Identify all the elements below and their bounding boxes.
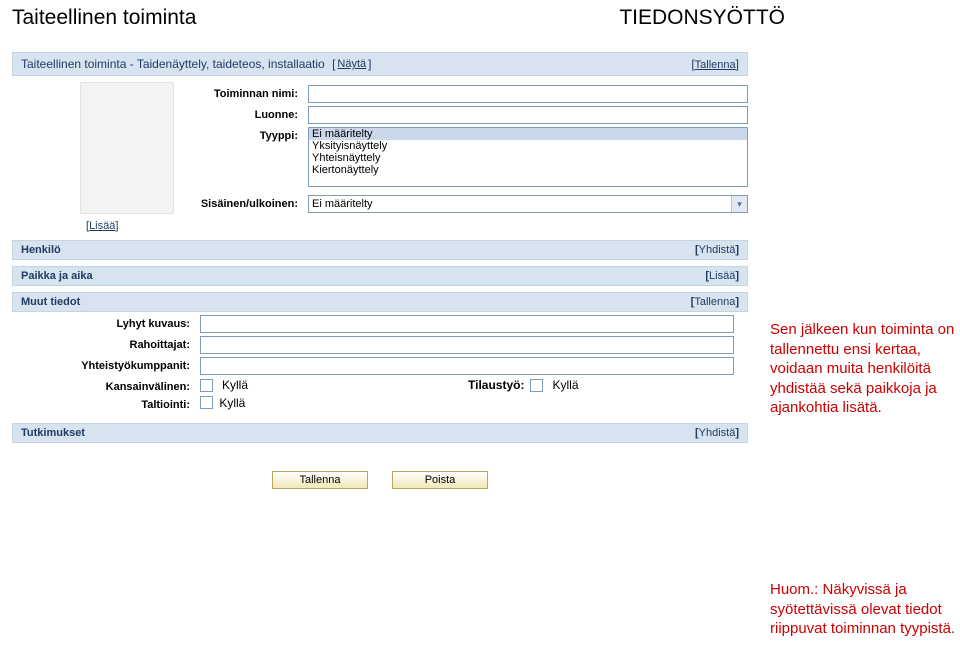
partners-label: Yhteistyökumppanit:	[12, 357, 200, 372]
name-input[interactable]	[308, 85, 748, 103]
add-link[interactable]: Lisää	[89, 220, 115, 232]
save-button[interactable]: Tallenna	[272, 471, 368, 489]
shortdesc-input[interactable]	[200, 315, 734, 333]
research-link[interactable]: Yhdistä	[699, 427, 736, 439]
funders-input[interactable]	[200, 336, 734, 354]
type-listbox[interactable]: Ei määritelty Yksityisnäyttely Yhteisnäy…	[308, 127, 748, 187]
intext-value: Ei määritelty	[312, 198, 373, 210]
intext-select[interactable]: Ei määritelty	[308, 195, 748, 213]
page-header: Taiteellinen toiminta TIEDONSYÖTTÖ	[0, 0, 960, 34]
placetime-title: Paikka ja aika	[21, 270, 93, 282]
international-value: Kyllä	[222, 378, 248, 392]
funders-label: Rahoittajat:	[12, 336, 200, 351]
main-section-bar: Taiteellinen toiminta - Taidenäyttely, t…	[12, 52, 748, 76]
other-title: Muut tiedot	[21, 296, 80, 308]
other-link[interactable]: Tallenna	[694, 296, 735, 308]
commissioned-value: Kyllä	[552, 378, 578, 392]
commissioned-label: Tilaustyö:	[468, 378, 524, 392]
annotation-1: Sen jälkeen kun toiminta on tallennettu …	[770, 320, 960, 418]
commissioned-checkbox[interactable]	[530, 379, 543, 392]
partners-input[interactable]	[200, 357, 734, 375]
nature-input[interactable]	[308, 106, 748, 124]
type-label: Tyyppi:	[188, 127, 308, 142]
main-section-title: Taiteellinen toiminta - Taidenäyttely, t…	[21, 57, 325, 71]
page-title-left: Taiteellinen toiminta	[12, 6, 196, 30]
person-section: Henkilö [Yhdistä]	[12, 240, 748, 260]
form-container: Taiteellinen toiminta - Taidenäyttely, t…	[12, 52, 748, 489]
research-section: Tutkimukset [Yhdistä]	[12, 423, 748, 443]
intext-label: Sisäinen/ulkoinen:	[188, 195, 308, 210]
type-option-2[interactable]: Yhteisnäyttely	[309, 152, 747, 164]
shortdesc-label: Lyhyt kuvaus:	[12, 315, 200, 330]
save-link-top[interactable]: Tallenna	[695, 59, 736, 71]
delete-button[interactable]: Poista	[392, 471, 488, 489]
recording-value: Kyllä	[219, 396, 245, 410]
international-label: Kansainvälinen:	[12, 378, 200, 393]
recording-checkbox[interactable]	[200, 396, 213, 409]
person-title: Henkilö	[21, 244, 61, 256]
placetime-section: Paikka ja aika [Lisää]	[12, 266, 748, 286]
recording-label: Taltiointi:	[12, 396, 200, 411]
image-placeholder[interactable]	[80, 82, 174, 214]
person-link[interactable]: Yhdistä	[699, 244, 736, 256]
type-option-0[interactable]: Ei määritelty	[309, 128, 747, 140]
placetime-link[interactable]: Lisää	[709, 270, 735, 282]
annotation-2: Huom.: Näkyvissä ja syötettävissä olevat…	[770, 580, 960, 639]
international-checkbox[interactable]	[200, 379, 213, 392]
show-link[interactable]: Näytä	[337, 58, 366, 70]
type-option-1[interactable]: Yksityisnäyttely	[309, 140, 747, 152]
type-option-3[interactable]: Kiertonäyttely	[309, 164, 747, 176]
other-section: Muut tiedot [Tallenna]	[12, 292, 748, 312]
chevron-down-icon	[731, 196, 747, 212]
research-title: Tutkimukset	[21, 427, 85, 439]
nature-label: Luonne:	[188, 106, 308, 121]
name-label: Toiminnan nimi:	[188, 85, 308, 100]
page-title-right: TIEDONSYÖTTÖ	[619, 6, 785, 30]
